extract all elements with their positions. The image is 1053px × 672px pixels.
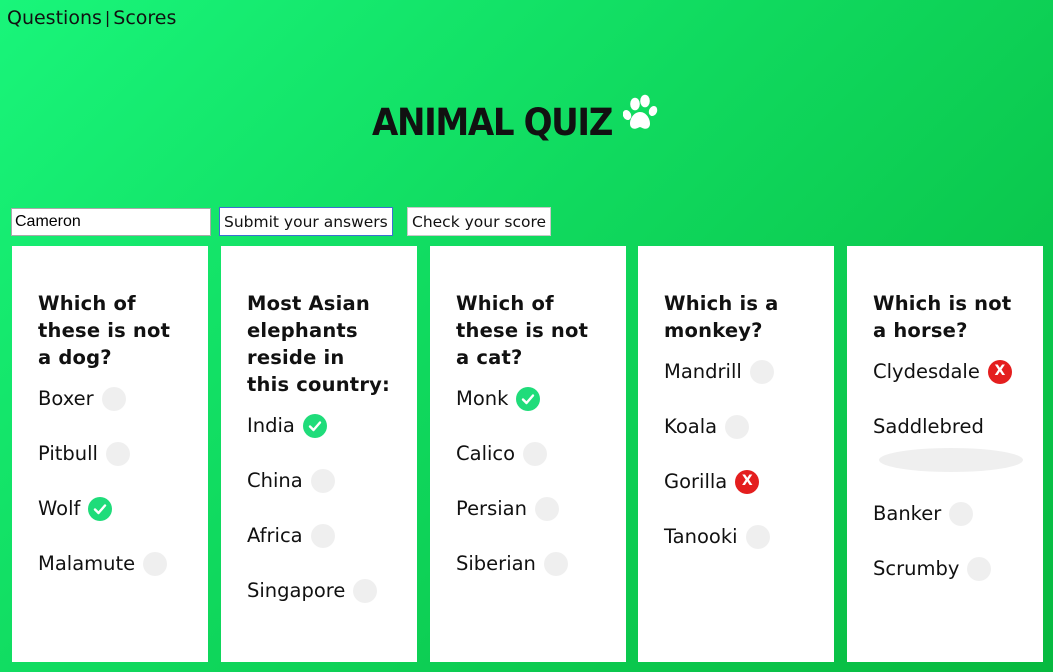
unselected-circle-icon[interactable] [725,414,750,439]
answer-option[interactable]: Tanooki [664,523,808,550]
unselected-circle-icon[interactable] [745,524,770,549]
question-text: Which of these is not a cat? [456,292,589,369]
answer-option[interactable]: Gorilla X [664,468,808,495]
question-text: Which of these is not a dog? [38,292,171,369]
answer-option[interactable]: Clydesdale X [873,358,1017,385]
unselected-circle-icon[interactable] [534,496,559,521]
check-score-button[interactable]: Check your score [407,207,552,236]
question-text: Most Asian elephants reside in this coun… [247,292,391,396]
unselected-circle-icon[interactable] [949,501,974,526]
answer-option-label: Singapore [247,579,346,602]
answer-option[interactable]: Singapore [247,577,391,604]
page-title-text: ANIMAL QUIZ [372,100,613,144]
unselected-circle-icon[interactable] [543,551,568,576]
answer-option-label: China [247,469,303,492]
x-icon[interactable]: X [735,469,760,494]
question-text: Which is a monkey? [664,292,779,342]
answer-option-label: Tanooki [664,525,738,548]
question-card: Which of these is not a dog? Boxer Pitbull… [12,246,208,662]
unselected-circle-icon[interactable] [749,359,774,384]
answer-option[interactable]: India [247,412,391,439]
submit-answers-button[interactable]: Submit your answers [219,207,393,236]
answer-option-label: Gorilla [664,470,728,493]
page-title: ANIMAL QUIZ [372,92,671,152]
answer-option-label: Malamute [38,552,136,575]
answer-option-label: Clydesdale [873,360,980,383]
top-nav: Questions | Scores [7,7,176,29]
unselected-circle-icon[interactable] [105,441,130,466]
answer-option[interactable]: Mandrill [664,358,808,385]
answer-option[interactable]: China [247,467,391,494]
answer-option-label: Wolf [38,497,81,520]
answer-option[interactable]: Saddlebred [873,413,1023,472]
nav-questions-link[interactable]: Questions [7,7,102,29]
name-input[interactable] [11,208,211,236]
unselected-circle-icon[interactable] [143,551,168,576]
answer-option[interactable]: Koala [664,413,808,440]
question-card: Which of these is not a cat? Monk Calico Pe… [430,246,626,662]
answer-option[interactable]: Siberian [456,550,600,577]
question-text: Which is not a horse? [873,292,1012,342]
unselected-circle-icon[interactable] [310,523,335,548]
check-icon[interactable] [88,496,113,521]
answer-option-label: Banker [873,502,942,525]
paw-icon [622,94,658,129]
answer-option[interactable]: Malamute [38,550,182,577]
question-card: Which is a monkey? Mandrill Koala Gorilla X T… [638,246,834,662]
answer-option[interactable]: Boxer [38,385,182,412]
nav-separator: | [104,8,111,27]
answer-option[interactable]: Persian [456,495,600,522]
question-card: Which is not a horse? Clydesdale X Saddlebr… [847,246,1043,662]
unselected-circle-icon[interactable] [353,578,378,603]
answer-option[interactable]: Calico [456,440,600,467]
answer-option[interactable]: Wolf [38,495,182,522]
answer-option-label: Koala [664,415,718,438]
answer-option-label: Calico [456,442,516,465]
answer-option[interactable]: Scrumby [873,555,1017,582]
answer-option-label: India [247,414,295,437]
answer-option-label: Pitbull [38,442,98,465]
answer-option-label: Siberian [456,552,536,575]
answer-option-label: Monk [456,387,509,410]
answer-option[interactable]: Pitbull [38,440,182,467]
answer-option[interactable]: Monk [456,385,600,412]
answer-option-label: Mandrill [664,360,742,383]
answer-option-label: Persian [456,497,527,520]
x-icon[interactable]: X [987,359,1012,384]
answer-option[interactable]: Africa [247,522,391,549]
question-card: Most Asian elephants reside in this coun… [221,246,417,662]
answer-option-label: Scrumby [873,557,960,580]
check-icon[interactable] [302,413,327,438]
check-icon[interactable] [516,386,541,411]
unselected-circle-icon[interactable] [310,468,335,493]
answer-option-label: Boxer [38,387,94,410]
nav-scores-link[interactable]: Scores [113,7,176,29]
answer-option-label: Africa [247,524,303,547]
unselected-circle-icon[interactable] [101,386,126,411]
unselected-circle-icon[interactable] [879,448,1023,472]
answer-option[interactable]: Banker [873,500,1017,527]
unselected-circle-icon[interactable] [967,556,992,581]
unselected-circle-icon[interactable] [523,441,548,466]
answer-option-label: Saddlebred [873,415,984,438]
